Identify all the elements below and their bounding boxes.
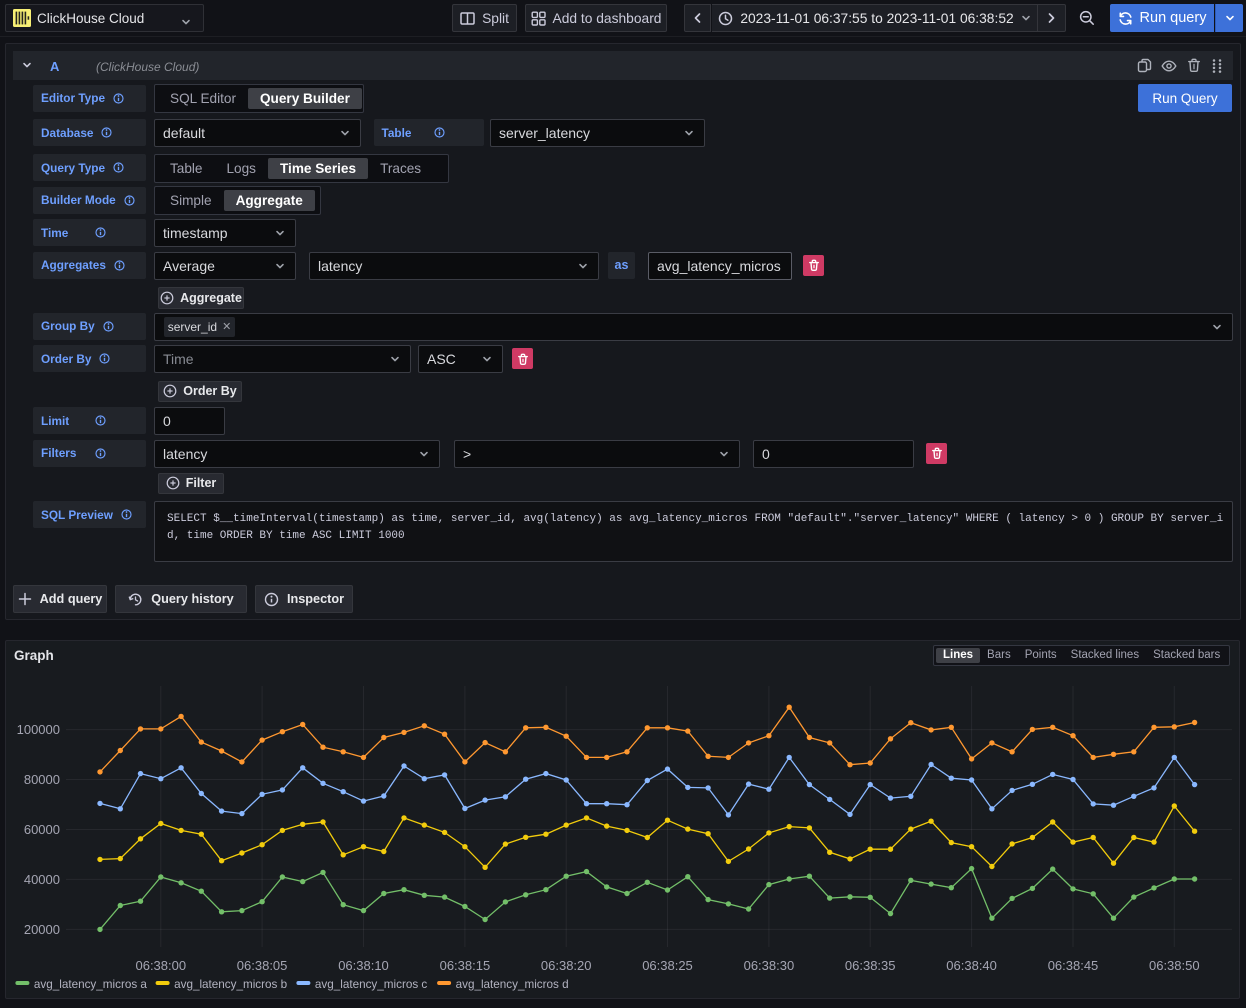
svg-text:06:38:40: 06:38:40: [946, 958, 997, 973]
svg-text:06:38:10: 06:38:10: [338, 958, 389, 973]
svg-text:100000: 100000: [17, 722, 60, 737]
svg-text:80000: 80000: [24, 772, 60, 787]
svg-text:avg_latency_micros c: avg_latency_micros c: [315, 978, 428, 991]
svg-text:60000: 60000: [24, 822, 60, 837]
svg-text:40000: 40000: [24, 872, 60, 887]
svg-text:06:38:50: 06:38:50: [1149, 958, 1200, 973]
svg-text:avg_latency_micros d: avg_latency_micros d: [456, 978, 569, 991]
svg-text:06:38:15: 06:38:15: [440, 958, 491, 973]
svg-text:avg_latency_micros a: avg_latency_micros a: [34, 978, 148, 991]
svg-text:06:38:00: 06:38:00: [135, 958, 186, 973]
svg-text:06:38:20: 06:38:20: [541, 958, 592, 973]
svg-text:06:38:05: 06:38:05: [237, 958, 288, 973]
svg-text:06:38:35: 06:38:35: [845, 958, 896, 973]
svg-text:06:38:45: 06:38:45: [1048, 958, 1099, 973]
svg-text:06:38:30: 06:38:30: [744, 958, 795, 973]
svg-text:20000: 20000: [24, 922, 60, 937]
svg-text:06:38:25: 06:38:25: [642, 958, 693, 973]
svg-text:avg_latency_micros b: avg_latency_micros b: [174, 978, 288, 991]
